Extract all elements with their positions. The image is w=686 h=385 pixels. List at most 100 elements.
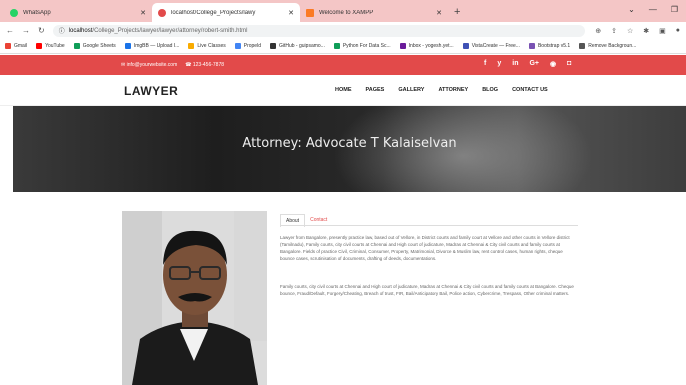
close-icon[interactable]: ✕ (140, 9, 146, 17)
bookmark-item[interactable]: Google Sheets (73, 43, 116, 49)
pinterest-icon[interactable]: ◉ (550, 60, 556, 68)
chevron-down-icon[interactable]: ⌄ (628, 5, 635, 14)
url-host: localhost (68, 27, 93, 34)
facebook-icon[interactable]: f (484, 60, 486, 68)
googleplus-icon[interactable]: G+ (529, 60, 539, 68)
forward-icon[interactable]: → (22, 26, 30, 35)
bookmark-icon (5, 43, 11, 49)
topbar-contact: ✉ info@yourwebsite.com ☎ 123-456-7878 (121, 62, 224, 68)
bookmark-icon (188, 43, 195, 49)
site-favicon (158, 8, 166, 17)
bookmark-item[interactable]: Bootstrap v5.1 (528, 43, 571, 49)
bookmark-icon (333, 43, 340, 49)
bookmark-label: Python For Data Sc... (342, 43, 391, 49)
bookmark-item[interactable]: Propeld (234, 43, 261, 49)
browser-toolbar: ⊕ ⇪ ☆ ✱ ▣ ● (595, 27, 680, 35)
zoom-icon[interactable]: ⊕ (595, 27, 601, 35)
close-icon[interactable]: ✕ (436, 9, 442, 17)
xampp-icon (306, 8, 314, 17)
bookmark-icon (528, 43, 535, 49)
phone-text: 123-456-7878 (192, 62, 225, 68)
bookmark-icon (234, 43, 241, 49)
phone-link[interactable]: ☎ 123-456-7878 (185, 62, 224, 68)
bookmark-icon (124, 43, 131, 49)
bookmark-item[interactable]: ImgBB — Upload I... (124, 43, 180, 49)
bookmark-item[interactable]: Python For Data Sc... (333, 43, 391, 49)
bookmark-item[interactable]: VistaCreate — Free... (462, 43, 520, 49)
tab-divider (280, 225, 578, 226)
menu-contact-us[interactable]: CONTACT US (512, 87, 548, 93)
menu-pages[interactable]: PAGES (366, 87, 385, 93)
info-icon[interactable]: ⓘ (59, 26, 65, 35)
window-controls: ⌄ — ❐ (628, 5, 678, 14)
tab-title: Welcome to XAMPP (319, 9, 374, 16)
tab-title: localhost/College_Projects/lawy (171, 9, 256, 16)
bookmark-label: Live Classes (197, 43, 226, 49)
url-field[interactable]: ⓘ localhost /College_Projects/lawyer/law… (52, 24, 586, 37)
site-navbar: LAWYER HOME PAGES GALLERY ATTORNEY BLOG … (0, 75, 686, 106)
menu-gallery[interactable]: GALLERY (398, 87, 424, 93)
bookmark-item[interactable]: Gmail (5, 43, 27, 49)
bookmark-item[interactable]: Inbox - yogesh.yet... (399, 43, 454, 49)
hero-banner: Attorney: Advocate T Kalaiselvan (13, 106, 686, 192)
bookmark-icon (36, 43, 43, 49)
reload-icon[interactable]: ↻ (38, 26, 45, 35)
bookmark-item[interactable]: Live Classes (188, 43, 226, 49)
browser-tab-active[interactable]: localhost/College_Projects/lawy ✕ (152, 3, 300, 22)
bookmark-icon (462, 43, 469, 49)
bookmark-icon (399, 43, 406, 49)
bookmark-label: Gmail (14, 43, 28, 49)
email-link[interactable]: ✉ info@yourwebsite.com (121, 62, 177, 68)
bookmark-label: VistaCreate — Free... (471, 43, 520, 49)
twitter-icon[interactable]: y (497, 60, 501, 68)
tab-title: WhatsApp (23, 9, 51, 16)
linkedin-icon[interactable]: in (512, 60, 518, 68)
bookmark-label: ImgBB — Upload I... (133, 43, 180, 49)
browser-tab[interactable]: Welcome to XAMPP ✕ (300, 3, 448, 22)
bookmark-icon (269, 43, 276, 49)
new-tab-icon[interactable]: + (454, 6, 460, 18)
site-logo[interactable]: LAWYER (124, 84, 178, 98)
bookmark-label: Remove Backgroun... (588, 43, 637, 49)
bookmark-label: Bootstrap v5.1 (537, 43, 571, 49)
main-menu: HOME PAGES GALLERY ATTORNEY BLOG CONTACT… (335, 87, 548, 93)
social-links: f y in G+ ◉ ◘ (484, 60, 571, 68)
sidebar-icon[interactable]: ▣ (659, 27, 666, 35)
menu-blog[interactable]: BLOG (482, 87, 498, 93)
bookmark-item[interactable]: GitHub - guipsamo... (269, 43, 325, 49)
star-icon[interactable]: ☆ (627, 27, 633, 35)
email-text: info@yourwebsite.com (126, 62, 178, 68)
bookmark-label: Google Sheets (82, 43, 116, 49)
nav-buttons: ← → ↻ (6, 26, 45, 35)
profile-icon[interactable]: ● (676, 27, 680, 35)
url-path: /College_Projects/lawyer/lawyer/attorney… (92, 27, 248, 34)
share-icon[interactable]: ⇪ (611, 27, 617, 35)
attorney-photo (122, 211, 267, 385)
browser-tab[interactable]: WhatsApp ✕ (4, 3, 152, 22)
about-paragraph-2: Family courts, city civil courts at Chen… (280, 284, 574, 296)
back-icon[interactable]: ← (6, 26, 14, 35)
bookmark-label: Inbox - yogesh.yet... (408, 43, 454, 49)
menu-home[interactable]: HOME (335, 87, 352, 93)
address-bar-row: ← → ↻ ⓘ localhost /College_Projects/lawy… (0, 22, 686, 39)
bookmark-label: Propeld (243, 43, 261, 49)
bookmark-label: YouTube (45, 43, 65, 49)
page-title: Attorney: Advocate T Kalaiselvan (242, 136, 457, 151)
browser-tab-bar: WhatsApp ✕ localhost/College_Projects/la… (0, 0, 686, 22)
bookmark-icon (73, 43, 80, 49)
bookmark-icon (579, 43, 586, 49)
maximize-icon[interactable]: ❐ (671, 5, 678, 14)
close-icon[interactable]: ✕ (288, 9, 294, 17)
whatsapp-icon (10, 8, 18, 17)
attorney-portrait (122, 211, 267, 385)
instagram-icon[interactable]: ◘ (567, 60, 571, 68)
site-topbar: ✉ info@yourwebsite.com ☎ 123-456-7878 f … (0, 55, 686, 75)
bookmark-item[interactable]: YouTube (36, 43, 65, 49)
menu-attorney[interactable]: ATTORNEY (438, 87, 468, 93)
bookmarks-bar: Gmail YouTube Google Sheets ImgBB — Upload … (0, 39, 686, 54)
extensions-icon[interactable]: ✱ (643, 27, 649, 35)
about-paragraph-1: Lawyer from Bangalore, presently practic… (280, 235, 570, 261)
bookmark-label: GitHub - guipsamo... (278, 43, 325, 49)
minimize-icon[interactable]: — (649, 5, 657, 14)
bookmark-item[interactable]: Remove Backgroun... (579, 43, 636, 49)
